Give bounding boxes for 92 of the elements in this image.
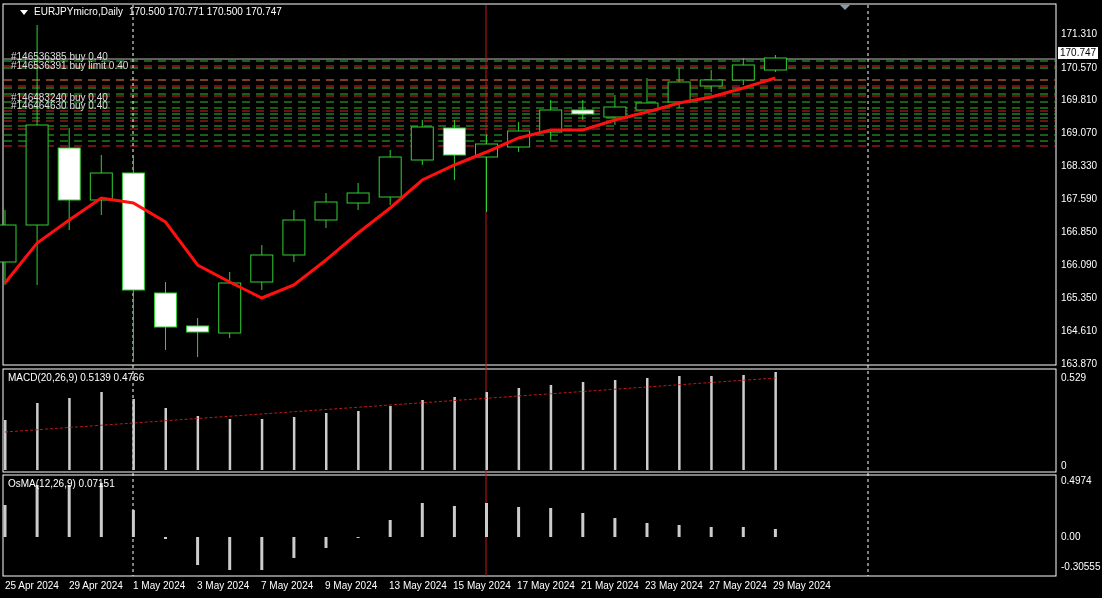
histogram-bar <box>196 537 200 565</box>
price-axis-label: 164.610 <box>1061 325 1098 337</box>
histogram-bar <box>36 403 39 470</box>
candlestick <box>731 57 755 86</box>
histogram-bar <box>324 537 328 548</box>
candlestick <box>603 94 627 126</box>
date-axis-label: 21 May 2024 <box>581 580 639 592</box>
histogram-bar <box>549 508 553 537</box>
date-axis-label: 3 May 2024 <box>197 580 250 592</box>
date-axis-label: 25 Apr 2024 <box>5 580 59 592</box>
indicator-axis-label: -0.30555 <box>1061 561 1101 573</box>
indicator-axis-label: 0.4974 <box>1061 475 1092 487</box>
candlestick <box>667 67 691 109</box>
indicator-axis-label: 0.00 <box>1061 531 1081 543</box>
date-axis-label: 27 May 2024 <box>709 580 767 592</box>
histogram-bar <box>196 416 200 470</box>
price-axis-label: 163.870 <box>1061 358 1098 370</box>
scroll-marker-icon <box>840 5 850 10</box>
histogram-bar <box>131 510 135 537</box>
candlestick <box>218 271 242 339</box>
candlestick <box>154 281 177 351</box>
histogram-bar <box>357 411 360 470</box>
histogram-bar <box>741 527 745 537</box>
histogram-bar <box>485 503 488 537</box>
candlestick <box>346 182 370 211</box>
candlestick <box>378 149 402 206</box>
histogram-bar <box>228 419 232 470</box>
histogram-bar <box>517 507 521 537</box>
histogram-bar <box>325 413 328 470</box>
price-axis-label: 165.350 <box>1061 292 1098 304</box>
histogram-bar <box>164 408 167 470</box>
candlestick <box>699 69 723 93</box>
histogram-bar <box>260 419 264 470</box>
price-axis-label: 170.570 <box>1061 62 1098 74</box>
candlestick <box>539 99 563 141</box>
indicator-label: OsMA(12,26,9) 0.07151 <box>8 478 115 490</box>
histogram-bar <box>773 529 777 537</box>
histogram-bar <box>132 399 135 470</box>
candlestick <box>314 192 338 229</box>
price-axis-label: 169.070 <box>1061 127 1098 139</box>
candlestick <box>635 77 659 113</box>
order-label: #146536385 buy 0.40 <box>11 51 108 62</box>
candlestick <box>763 54 787 73</box>
date-axis-label: 13 May 2024 <box>389 580 447 592</box>
candlestick <box>442 119 466 181</box>
indicator-axis-label: 0 <box>1061 460 1067 472</box>
histogram-bar <box>421 400 424 470</box>
candlestick <box>410 119 434 166</box>
candlestick <box>186 317 210 358</box>
price-axis-label: 169.810 <box>1061 94 1098 106</box>
histogram-bar <box>3 505 7 537</box>
histogram-bar <box>677 525 681 537</box>
date-axis-label: 29 May 2024 <box>773 580 831 592</box>
order-label: #146536391 buy limit 0.40 <box>11 60 129 72</box>
candlestick <box>282 209 306 263</box>
price-axis-label: 166.850 <box>1061 226 1098 238</box>
date-axis-label: 29 Apr 2024 <box>69 580 123 592</box>
indicator-label: MACD(20,26,9) 0.5139 0.4766 <box>8 372 145 384</box>
price-axis-label: 167.590 <box>1061 193 1098 205</box>
histogram-bar <box>613 518 617 537</box>
price-axis-label: 168.330 <box>1061 160 1098 172</box>
price-axis-label: 171.310 <box>1061 28 1098 40</box>
chart-symbol: EURJPYmicro,Daily <box>34 6 123 18</box>
price-axis-label: 166.090 <box>1061 259 1098 271</box>
candlestick <box>250 244 274 291</box>
candlestick <box>89 154 113 216</box>
candlestick <box>571 99 595 121</box>
histogram-bar <box>389 406 392 470</box>
histogram-bar <box>292 417 296 470</box>
histogram-bar <box>645 523 649 537</box>
candlestick <box>507 121 531 153</box>
date-axis-label: 7 May 2024 <box>261 580 314 592</box>
date-axis-label: 23 May 2024 <box>645 580 703 592</box>
histogram-bar <box>452 506 456 537</box>
indicator-axis-label: 0.529 <box>1061 372 1087 384</box>
dropdown-icon[interactable] <box>20 9 28 15</box>
histogram-bar <box>420 503 424 537</box>
histogram-bar <box>709 527 713 537</box>
histogram-bar <box>68 398 71 470</box>
histogram-bar <box>292 537 296 558</box>
histogram-bar <box>4 420 7 470</box>
histogram-bar <box>228 537 232 570</box>
date-axis-label: 1 May 2024 <box>133 580 186 592</box>
histogram-bar <box>260 537 264 570</box>
current-price-label: 170.747 <box>1058 47 1099 59</box>
histogram-bar <box>581 513 585 537</box>
date-axis-label: 17 May 2024 <box>517 580 575 592</box>
date-axis-label: 15 May 2024 <box>453 580 511 592</box>
ohlc-values: 170.500 170.771 170.500 170.747 <box>128 6 282 18</box>
order-label: #146464630 buy 0.40 <box>11 100 108 112</box>
histogram-bar <box>388 520 392 537</box>
date-axis-label: 9 May 2024 <box>325 580 378 592</box>
